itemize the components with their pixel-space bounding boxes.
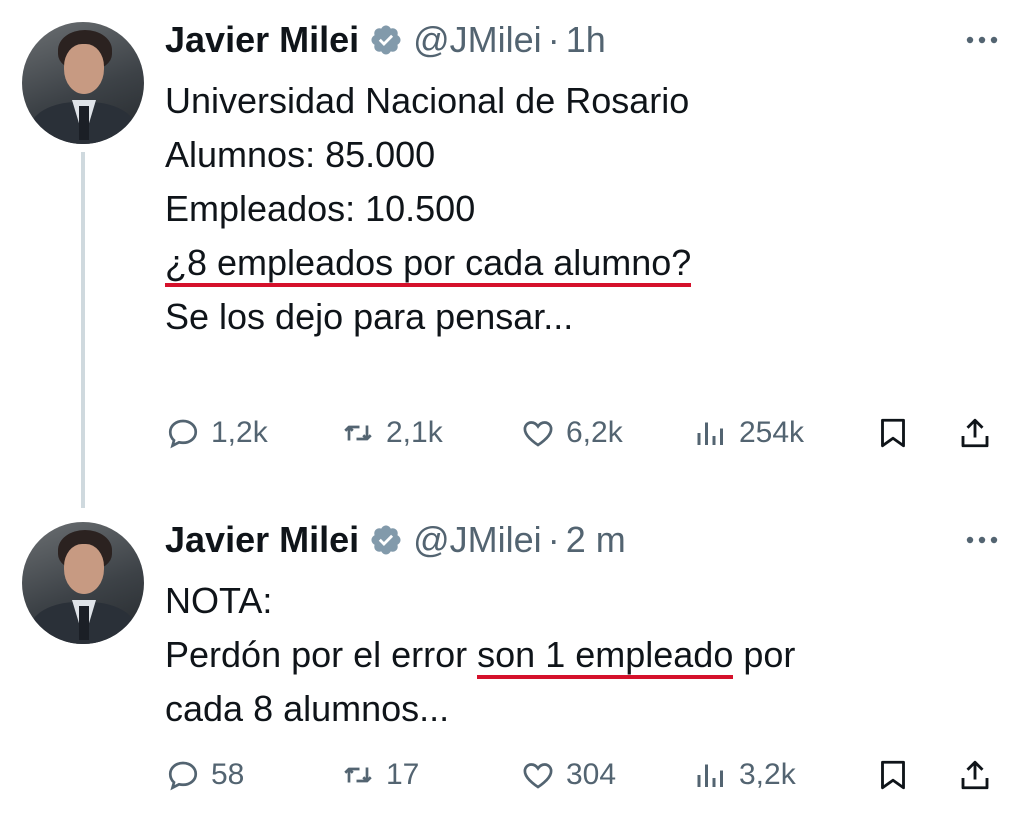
red-underline-highlight: ¿8 empleados por cada alumno?: [165, 242, 692, 287]
views-button[interactable]: 254k: [693, 408, 804, 458]
avatar-face: [64, 544, 104, 594]
retweet-count: 2,1k: [386, 416, 443, 449]
action-bar: 1,2k 2,1k 6,2k 254k: [165, 408, 1005, 458]
bookmark-icon: [881, 418, 905, 448]
avatar[interactable]: [22, 522, 144, 644]
bookmark-button[interactable]: [875, 750, 911, 800]
reply-icon: [168, 419, 198, 449]
more-icon[interactable]: [962, 530, 1002, 550]
author-name[interactable]: Javier Milei: [165, 18, 359, 62]
tweet-line: Se los dejo para pensar...: [165, 296, 574, 337]
avatar-tie: [79, 606, 89, 640]
tweet-line-highlighted: Perdón por el error son 1 empleado por: [165, 628, 795, 682]
views-count: 254k: [739, 416, 805, 449]
bookmark-button[interactable]: [875, 408, 911, 458]
retweet-icon: [344, 425, 372, 441]
tweet-line: Alumnos: 85.000: [165, 134, 436, 175]
tweet-timestamp[interactable]: 1h: [566, 18, 606, 62]
share-icon: [961, 418, 989, 448]
tweet-line: cada 8 alumnos...: [165, 688, 450, 729]
verified-badge-icon: [371, 525, 401, 555]
like-icon: [523, 763, 553, 789]
reply-icon: [168, 761, 198, 791]
tweet-2[interactable]: Javier Milei @JMilei · 2 m NOTA: Perdón …: [0, 510, 1024, 840]
bookmark-icon: [881, 760, 905, 790]
tweet-text-segment: Perdón por el error: [165, 634, 478, 675]
share-button[interactable]: [957, 750, 993, 800]
separator-dot: ·: [547, 19, 560, 60]
red-underline-highlight: son 1 empleado: [477, 634, 734, 679]
views-count: 3,2k: [739, 758, 796, 791]
like-button[interactable]: 6,2k: [520, 408, 623, 458]
like-button[interactable]: 304: [520, 750, 616, 800]
avatar[interactable]: [22, 22, 144, 144]
reply-count: 58: [211, 758, 245, 791]
author-name[interactable]: Javier Milei: [165, 518, 359, 562]
tweet-line-highlighted: ¿8 empleados por cada alumno?: [165, 236, 692, 290]
tweet-text: NOTA: Perdón por el error son 1 empleado…: [165, 574, 795, 736]
like-count: 6,2k: [566, 416, 623, 449]
author-handle[interactable]: @JMilei: [413, 518, 542, 562]
reply-button[interactable]: 58: [165, 750, 244, 800]
more-icon[interactable]: [962, 30, 1002, 50]
views-icon: [697, 422, 723, 445]
verified-badge-icon: [371, 25, 401, 55]
views-icon: [697, 764, 723, 787]
share-icon: [961, 760, 989, 790]
tweet-text: Universidad Nacional de Rosario Alumnos:…: [165, 74, 692, 344]
tweet-line: NOTA:: [165, 580, 273, 621]
tweet-header: Javier Milei @JMilei · 2 m: [165, 518, 626, 562]
like-count: 304: [566, 758, 617, 791]
like-icon: [523, 421, 553, 447]
reply-count: 1,2k: [211, 416, 268, 449]
views-button[interactable]: 3,2k: [693, 750, 796, 800]
author-handle[interactable]: @JMilei: [413, 18, 542, 62]
avatar-face: [64, 44, 104, 94]
retweet-button[interactable]: 17: [340, 750, 419, 800]
tweet-header: Javier Milei @JMilei · 1h: [165, 18, 606, 62]
action-bar: 58 17 304 3,2k: [165, 750, 1005, 800]
tweet-1[interactable]: Javier Milei @JMilei · 1h Universidad Na…: [0, 0, 1024, 508]
reply-button[interactable]: 1,2k: [165, 408, 268, 458]
thread-connector: [81, 152, 85, 508]
avatar-tie: [79, 106, 89, 140]
tweet-line: Universidad Nacional de Rosario: [165, 80, 690, 121]
retweet-button[interactable]: 2,1k: [340, 408, 443, 458]
tweet-line: Empleados: 10.500: [165, 188, 476, 229]
retweet-count: 17: [386, 758, 420, 791]
tweet-text-segment: por: [733, 634, 796, 675]
tweet-timestamp[interactable]: 2 m: [566, 518, 626, 562]
share-button[interactable]: [957, 408, 993, 458]
retweet-icon: [344, 767, 372, 783]
separator-dot: ·: [547, 519, 560, 560]
